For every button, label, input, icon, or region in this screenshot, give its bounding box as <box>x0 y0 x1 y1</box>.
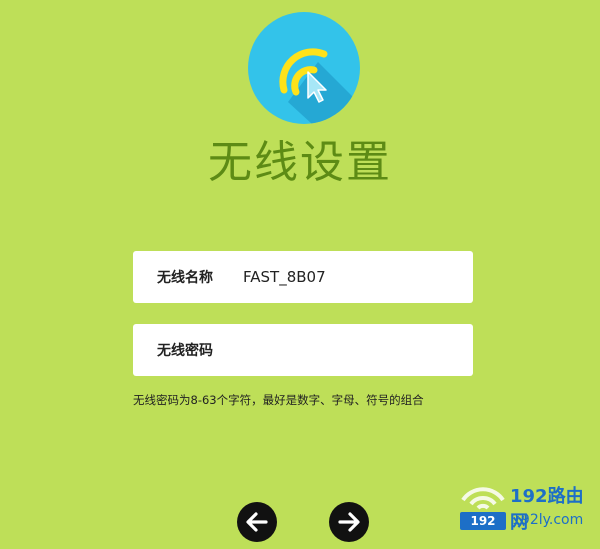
ssid-label: 无线名称 <box>157 270 213 286</box>
password-hint: 无线密码为8-63个字符，最好是数字、字母、符号的组合 <box>133 393 424 407</box>
watermark: 192路由网 192 192ly.com <box>458 478 598 548</box>
ssid-field[interactable]: 无线名称 <box>133 251 473 303</box>
wifi-watermark-icon <box>461 487 505 510</box>
watermark-badge: 192 <box>460 512 506 530</box>
wifi-setup-logo-icon <box>248 12 360 124</box>
next-button[interactable] <box>329 502 369 542</box>
arrow-left-icon <box>246 512 268 532</box>
arrow-right-icon <box>338 512 360 532</box>
password-field[interactable]: 无线密码 <box>133 324 473 376</box>
back-button[interactable] <box>237 502 277 542</box>
ssid-input[interactable] <box>243 268 453 286</box>
page-title: 无线设置 <box>208 137 392 188</box>
password-input[interactable] <box>243 341 453 359</box>
password-label: 无线密码 <box>157 343 213 359</box>
watermark-url: 192ly.com <box>512 512 584 528</box>
